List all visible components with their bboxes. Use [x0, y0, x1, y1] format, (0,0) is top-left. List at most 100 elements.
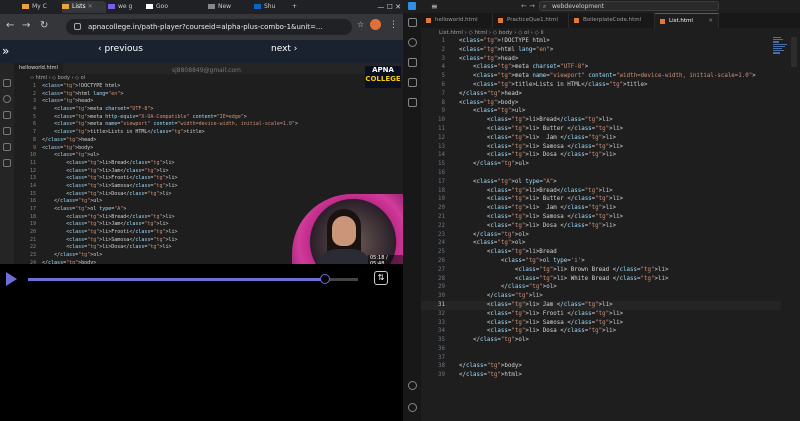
code-line[interactable]: 1 <class="tg">!DOCTYPE html>	[421, 37, 781, 46]
code-line[interactable]: 13 <class="tg">li> Samosa </class="tg">l…	[421, 143, 781, 152]
menu-icon[interactable]: ⋮	[389, 20, 398, 30]
browser-tab[interactable]: Goo	[146, 1, 186, 13]
code-line[interactable]: 2 <class="tg">html lang="en">	[421, 46, 781, 55]
code-line[interactable]: 18 <class="tg">li>Bread</class="tg">li>	[20, 214, 350, 222]
code-line[interactable]: 21 <class="tg">li> Samosa </class="tg">l…	[421, 213, 781, 222]
code-line[interactable]: 8 </class="tg">head>	[20, 137, 350, 145]
sidebar-toggle-icon[interactable]: »	[2, 44, 9, 58]
code-line[interactable]: 15 </class="tg">ul>	[421, 160, 781, 169]
code-line[interactable]: 26 <class="tg">ol type='i'>	[421, 257, 781, 266]
breadcrumb[interactable]: List.html › ◇ html › ◇ body › ◇ ol › ◇ l…	[439, 30, 544, 36]
code-line[interactable]: 13 <class="tg">li>Frooti</class="tg">li>	[20, 175, 350, 183]
settings-icon[interactable]: ⇅	[374, 271, 388, 285]
explorer-icon[interactable]	[408, 18, 417, 27]
code-line[interactable]: 34 <class="tg">li> Dosa </class="tg">li>	[421, 327, 781, 336]
nav-arrows-icon[interactable]: ← →	[521, 0, 535, 13]
code-line[interactable]: 7 </class="tg">head>	[421, 90, 781, 99]
code-line[interactable]: 32 <class="tg">li> Frooti </class="tg">l…	[421, 310, 781, 319]
code-line[interactable]: 27 <class="tg">li> Brown Bread </class="…	[421, 266, 781, 275]
command-search-input[interactable]: ⌕ webdevelopment	[539, 1, 719, 11]
code-line[interactable]: 10 <class="tg">ul>	[20, 152, 350, 160]
code-line[interactable]: 1 <class="tg">!DOCTYPE html>	[20, 83, 350, 91]
code-line[interactable]: 6 <class="tg">title>Lists in HTML</class…	[421, 81, 781, 90]
code-line[interactable]: 14 <class="tg">li> Dosa </class="tg">li>	[421, 151, 781, 160]
code-line[interactable]: 20 <class="tg">li> Jam </class="tg">li>	[421, 204, 781, 213]
avatar[interactable]	[370, 19, 381, 30]
code-line[interactable]: 12 <class="tg">li>Jam</class="tg">li>	[20, 168, 350, 176]
code-line[interactable]: 36	[421, 345, 781, 354]
code-line[interactable]: 25 <class="tg">li>Bread	[421, 248, 781, 257]
forward-icon[interactable]: →	[22, 20, 30, 31]
url-input[interactable]: apnacollege.in/path-player?courseid=alph…	[66, 19, 352, 35]
minimap[interactable]	[773, 37, 789, 61]
code-line[interactable]: 16 </class="tg">ul>	[20, 198, 350, 206]
close-tab-icon[interactable]: ✕	[708, 14, 713, 29]
code-line[interactable]: 6 <class="tg">meta name="viewport" conte…	[20, 121, 350, 129]
tab-boilerplatecode[interactable]: BoilerplateCode.html	[569, 13, 655, 28]
next-button[interactable]: next ›	[271, 44, 297, 54]
code-line[interactable]: 37	[421, 354, 781, 363]
tab-practiceque1[interactable]: PracticeQue1.html	[493, 13, 569, 28]
tab-list[interactable]: List.html ✕	[655, 13, 719, 28]
code-line[interactable]: 8 <class="tg">body>	[421, 99, 781, 108]
code-line[interactable]: 15 <class="tg">li>Dosa</class="tg">li>	[20, 191, 350, 199]
code-line[interactable]: 19 <class="tg">li> Butter </class="tg">l…	[421, 195, 781, 204]
menu-icon[interactable]: ≡	[431, 0, 438, 13]
code-line[interactable]: 31 <class="tg">li> Jam </class="tg">li>	[421, 301, 781, 310]
site-info-icon[interactable]	[74, 23, 81, 30]
code-line[interactable]: 22 <class="tg">li> Dosa </class="tg">li>	[421, 222, 781, 231]
code-line[interactable]: 4 <class="tg">meta charset="UTF-8">	[20, 106, 350, 114]
code-line[interactable]: 28 <class="tg">li> White Bread </class="…	[421, 275, 781, 284]
seek-thumb[interactable]	[320, 274, 330, 284]
code-line[interactable]: 7 <class="tg">title>Lists in HTML</class…	[20, 129, 350, 137]
code-line[interactable]: 29 </class="tg">ol>	[421, 283, 781, 292]
browser-tab[interactable]: we g	[108, 1, 140, 13]
code-line[interactable]: 17 <class="tg">ol type="A">	[20, 206, 350, 214]
code-line[interactable]: 4 <class="tg">meta charset="UTF-8">	[421, 63, 781, 72]
new-tab-button[interactable]: +	[292, 1, 302, 13]
code-line[interactable]: 9 <class="tg">body>	[20, 145, 350, 153]
browser-tab[interactable]: My C	[22, 1, 60, 13]
play-icon[interactable]	[6, 272, 17, 286]
code-line[interactable]: 12 <class="tg">li> Jam </class="tg">li>	[421, 134, 781, 143]
source-control-icon[interactable]	[408, 58, 417, 67]
code-line[interactable]: 30 </class="tg">li>	[421, 292, 781, 301]
code-line[interactable]: 17 <class="tg">ol type="A">	[421, 178, 781, 187]
code-line[interactable]: 24 <class="tg">ol>	[421, 239, 781, 248]
code-line[interactable]: 11 <class="tg">li>Bread</class="tg">li>	[20, 160, 350, 168]
extensions-icon[interactable]	[408, 98, 417, 107]
reload-icon[interactable]: ↻	[40, 20, 48, 31]
code-line[interactable]: 39 </class="tg">html>	[421, 371, 781, 380]
search-icon[interactable]	[408, 38, 417, 47]
code-line[interactable]: 2 <class="tg">html lang="en">	[20, 91, 350, 99]
code-line[interactable]: 11 <class="tg">li> Butter </class="tg">l…	[421, 125, 781, 134]
back-icon[interactable]: ←	[6, 20, 14, 31]
code-line[interactable]: 5 <class="tg">meta http-equiv="X-UA-Comp…	[20, 114, 350, 122]
code-editor[interactable]: 1 <class="tg">!DOCTYPE html> 2 <class="tg">…	[421, 37, 781, 380]
close-tab-icon[interactable]: ✕	[88, 3, 93, 10]
account-icon[interactable]	[408, 381, 417, 390]
star-icon[interactable]: ☆	[357, 20, 364, 29]
code-line[interactable]: 38 </class="tg">body>	[421, 362, 781, 371]
code-line[interactable]: 9 <class="tg">ul>	[421, 107, 781, 116]
code-line[interactable]: 3 <class="tg">head>	[20, 98, 350, 106]
gear-icon[interactable]	[408, 403, 417, 412]
code-line[interactable]: 35 </class="tg">ol>	[421, 336, 781, 345]
code-line[interactable]: 23 </class="tg">ol>	[421, 231, 781, 240]
browser-tab-active[interactable]: Lists ✕	[62, 1, 106, 13]
code-line[interactable]: 3 <class="tg">head>	[421, 55, 781, 64]
previous-button[interactable]: ‹ previous	[98, 44, 143, 54]
tab-helloworld[interactable]: helloworld.html	[421, 13, 493, 28]
code-line[interactable]: 5 <class="tg">meta name="viewport" conte…	[421, 72, 781, 81]
code-line[interactable]: 33 <class="tg">li> Samosa </class="tg">l…	[421, 319, 781, 328]
scrollbar[interactable]	[791, 37, 797, 67]
window-controls[interactable]: — ☐ ✕	[377, 0, 401, 14]
seek-bar[interactable]	[28, 274, 358, 284]
browser-tab[interactable]: Shu	[254, 1, 288, 13]
code-line[interactable]: 16	[421, 169, 781, 178]
code-line[interactable]: 18 <class="tg">li>Bread</class="tg">li>	[421, 187, 781, 196]
code-line[interactable]: 14 <class="tg">li>Samosa</class="tg">li>	[20, 183, 350, 191]
code-line[interactable]: 10 <class="tg">li>Bread</class="tg">li>	[421, 116, 781, 125]
browser-tab[interactable]: New	[208, 1, 244, 13]
run-debug-icon[interactable]	[408, 78, 417, 87]
